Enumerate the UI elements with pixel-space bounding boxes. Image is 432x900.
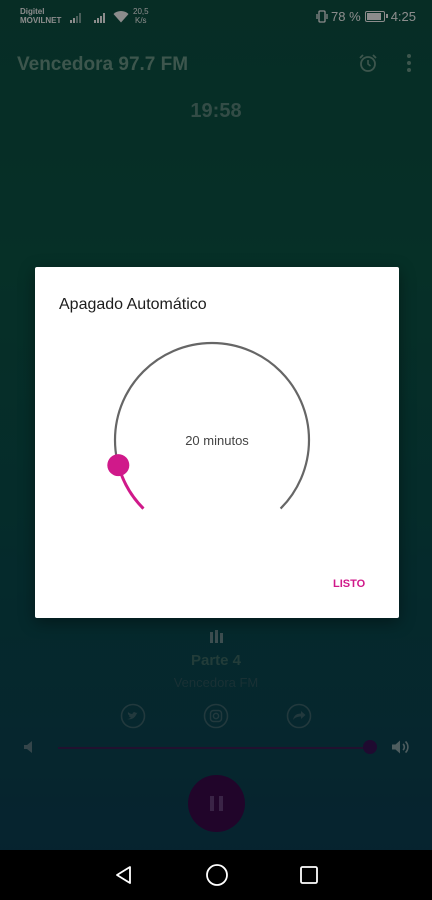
auto-off-dialog: Apagado Automático 20 minutos LISTO <box>35 267 399 618</box>
back-icon[interactable] <box>113 864 135 886</box>
navigation-bar <box>0 850 432 900</box>
recent-apps-icon[interactable] <box>299 865 319 885</box>
confirm-button[interactable]: LISTO <box>333 578 365 590</box>
dial-track <box>113 341 311 510</box>
home-icon[interactable] <box>205 863 229 887</box>
dialog-title: Apagado Automático <box>59 296 207 313</box>
dial-value-label: 20 minutos <box>185 433 249 448</box>
dial-thumb[interactable] <box>107 454 130 477</box>
app-screen: Digitel MOVILNET 20,5 K/s 78 % 4:25 Venc… <box>0 0 432 900</box>
